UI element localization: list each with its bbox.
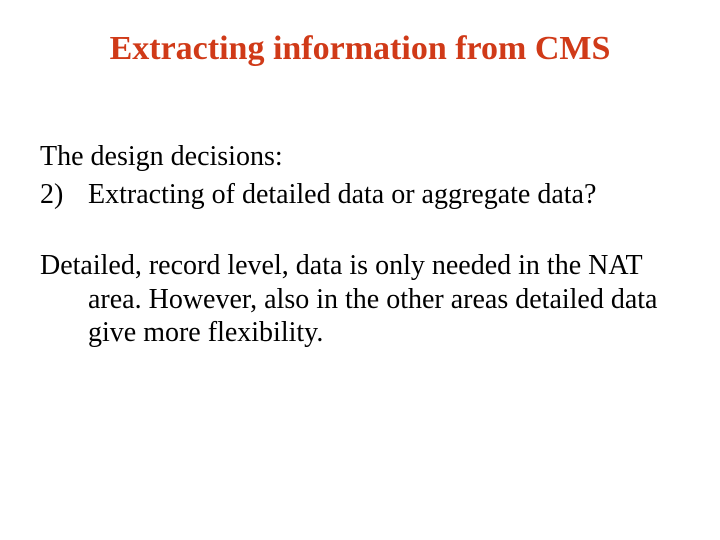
intro-line: The design decisions: xyxy=(40,140,680,174)
item-text: Extracting of detailed data or aggregate… xyxy=(88,179,596,210)
slide-body: The design decisions: 2)Extracting of de… xyxy=(40,140,680,378)
item-number: 2) xyxy=(40,178,88,212)
numbered-item: 2)Extracting of detailed data or aggrega… xyxy=(40,178,680,212)
slide: Extracting information from CMS The desi… xyxy=(0,0,720,540)
slide-title: Extracting information from CMS xyxy=(0,30,720,68)
paragraph-detail: Detailed, record level, data is only nee… xyxy=(40,249,680,350)
